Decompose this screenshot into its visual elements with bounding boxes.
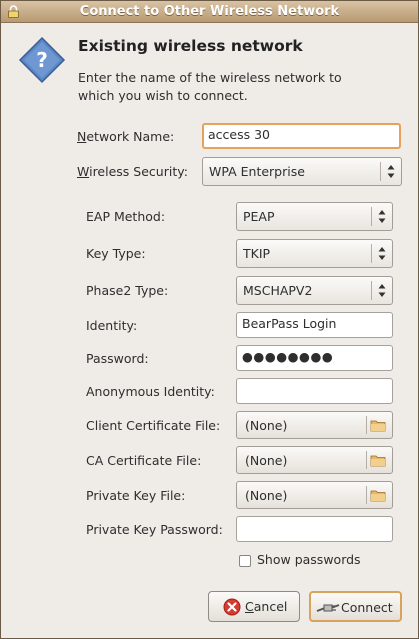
client-certificate-label: Client Certificate File: xyxy=(86,418,221,433)
eap-method-value: PEAP xyxy=(243,209,275,224)
connect-icon xyxy=(316,604,340,612)
mnemonic-w: W xyxy=(77,164,90,179)
network-name-label: Network Name: xyxy=(77,129,174,144)
chooser-separator xyxy=(366,416,367,434)
chooser-separator xyxy=(366,486,367,504)
description-text: Enter the name of the wireless network t… xyxy=(78,70,342,103)
private-key-file-chooser[interactable]: (None) xyxy=(236,481,393,509)
client-certificate-value: (None) xyxy=(245,418,288,433)
phase2-type-label: Phase2 Type: xyxy=(86,283,169,298)
combo-arrows-icon xyxy=(378,284,386,297)
private-key-file-value: (None) xyxy=(245,488,288,503)
cancel-label-text: ancel xyxy=(253,599,288,614)
combo-separator xyxy=(371,207,372,226)
combo-arrows-icon xyxy=(378,210,386,223)
wireless-security-label-text: ireless Security: xyxy=(89,164,188,179)
mnemonic-n: N xyxy=(77,129,87,144)
private-key-password-input[interactable] xyxy=(236,516,393,542)
network-name-label-text: etwork Name: xyxy=(86,129,175,144)
key-type-value: TKIP xyxy=(243,246,271,261)
identity-value: BearPass Login xyxy=(242,316,337,331)
folder-icon xyxy=(370,455,386,467)
wireless-security-value: WPA Enterprise xyxy=(209,164,305,179)
wireless-security-label: Wireless Security: xyxy=(77,164,188,179)
client-certificate-chooser[interactable]: (None) xyxy=(236,411,393,439)
ca-certificate-chooser[interactable]: (None) xyxy=(236,446,393,474)
connect-button-label: Connect xyxy=(341,600,393,615)
eap-method-select[interactable]: PEAP xyxy=(236,202,393,231)
phase2-type-value: MSCHAPV2 xyxy=(243,283,313,298)
cancel-icon xyxy=(223,598,241,616)
combo-arrows-icon xyxy=(387,165,395,178)
folder-icon xyxy=(370,420,386,432)
ca-certificate-label: CA Certificate File: xyxy=(86,453,202,468)
identity-label: Identity: xyxy=(86,318,138,333)
identity-input[interactable]: BearPass Login xyxy=(236,312,393,338)
ca-certificate-value: (None) xyxy=(245,453,288,468)
window-title: Connect to Other Wireless Network xyxy=(79,4,340,19)
cancel-button-label: Cancel xyxy=(245,599,287,614)
anonymous-identity-input[interactable] xyxy=(236,378,393,404)
key-type-label: Key Type: xyxy=(86,246,146,261)
network-name-input[interactable]: access 30 xyxy=(202,123,401,149)
private-key-password-label: Private Key Password: xyxy=(86,522,223,537)
title-bar[interactable]: Connect to Other Wireless Network xyxy=(1,1,418,23)
phase2-type-select[interactable]: MSCHAPV2 xyxy=(236,276,393,305)
folder-icon xyxy=(370,490,386,502)
password-label: Password: xyxy=(86,351,149,366)
network-name-value: access 30 xyxy=(208,127,270,142)
svg-text:?: ? xyxy=(36,48,48,72)
cancel-button[interactable]: Cancel xyxy=(208,591,300,622)
combo-separator xyxy=(371,244,372,263)
show-passwords-checkbox[interactable] xyxy=(239,555,251,567)
question-icon: ? xyxy=(18,36,66,84)
key-type-select[interactable]: TKIP xyxy=(236,239,393,268)
wireless-security-select[interactable]: WPA Enterprise xyxy=(202,157,402,186)
combo-separator xyxy=(380,162,381,181)
combo-separator xyxy=(371,281,372,300)
page-title: Existing wireless network xyxy=(78,37,303,55)
mnemonic-c: C xyxy=(245,599,254,614)
private-key-file-label: Private Key File: xyxy=(86,488,186,503)
eap-method-label: EAP Method: xyxy=(86,209,166,224)
password-value: ●●●●●●●● xyxy=(242,349,334,364)
dialog-window: Connect to Other Wireless Network ? Exis… xyxy=(0,0,419,639)
show-passwords-label[interactable]: Show passwords xyxy=(257,552,361,567)
connect-button[interactable]: Connect xyxy=(309,591,402,622)
connect-label-text: Connect xyxy=(341,600,393,615)
combo-arrows-icon xyxy=(378,247,386,260)
chooser-separator xyxy=(366,451,367,469)
anonymous-identity-label: Anonymous Identity: xyxy=(86,384,215,399)
password-input[interactable]: ●●●●●●●● xyxy=(236,345,393,371)
